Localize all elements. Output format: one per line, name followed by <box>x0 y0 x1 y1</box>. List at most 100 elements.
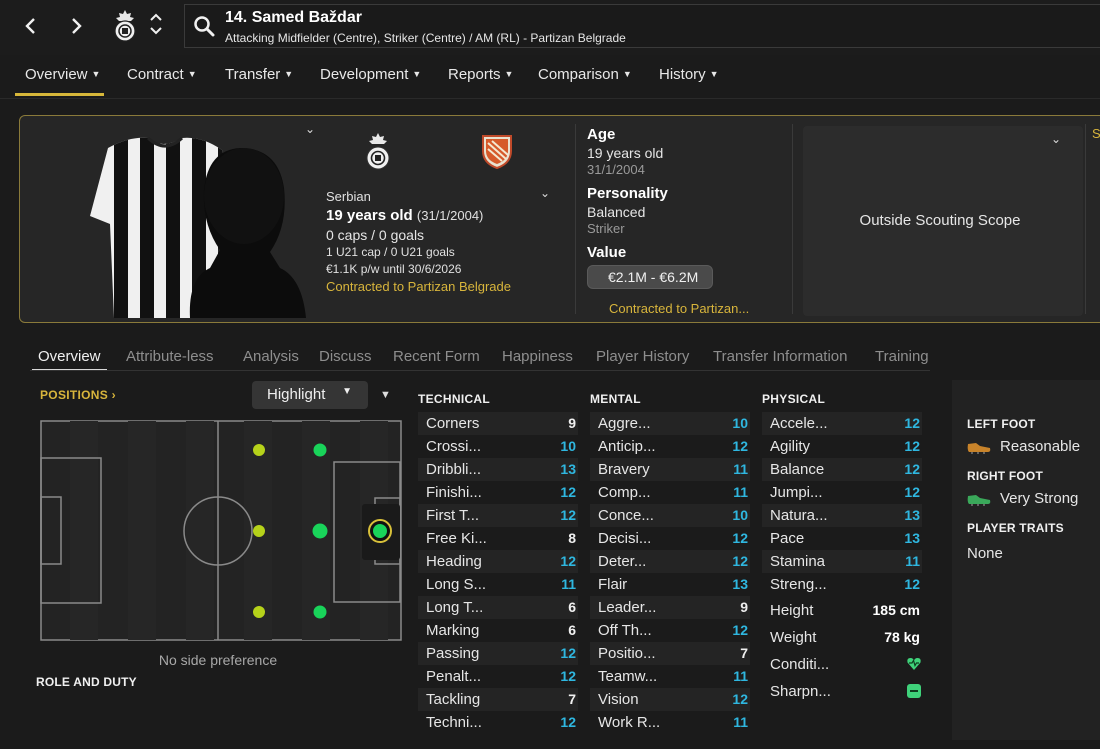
club-crest-icon[interactable] <box>111 9 139 43</box>
tab-history[interactable]: History ▼ <box>659 66 719 92</box>
attribute-row-technical[interactable]: Long S... 11 <box>418 573 578 596</box>
attribute-row-technical[interactable]: Techni... 12 <box>418 711 578 734</box>
attribute-value: 7 <box>568 691 576 707</box>
attribute-row-technical[interactable]: Tackling 7 <box>418 688 578 711</box>
sharpness-icon <box>907 684 921 698</box>
position-dot-aml[interactable] <box>253 444 265 456</box>
attribute-row-mental[interactable]: Positio... 7 <box>590 642 750 665</box>
attribute-row-technical[interactable]: Corners 9 <box>418 412 578 435</box>
attribute-row-mental[interactable]: Vision 12 <box>590 688 750 711</box>
position-dot-amr-st[interactable] <box>313 605 327 619</box>
subtab-discuss[interactable]: Discuss <box>319 348 372 365</box>
tab-label: Overview <box>25 66 88 83</box>
attribute-row-technical[interactable]: First T... 12 <box>418 504 578 527</box>
attribute-name: Techni... <box>426 714 482 731</box>
player-search-box[interactable]: 14. Samed Baždar Attacking Midfielder (C… <box>184 4 1100 48</box>
subtab-player-history[interactable]: Player History <box>596 348 689 365</box>
back-button[interactable] <box>19 12 43 40</box>
attribute-value: 12 <box>560 668 576 684</box>
chevron-right-icon: › <box>108 388 116 402</box>
subtab-training[interactable]: Training <box>875 348 929 365</box>
highlight-dropdown[interactable]: Highlight ▼ <box>252 381 368 409</box>
attribute-row-technical[interactable]: Passing 12 <box>418 642 578 665</box>
attribute-row-physical[interactable]: Streng... 12 <box>762 573 922 596</box>
attribute-name: Passing <box>426 645 480 662</box>
attribute-row-physical[interactable]: Accele... 12 <box>762 412 922 435</box>
value-range-badge[interactable]: €2.1M - €6.2M <box>587 265 714 289</box>
attribute-row-weight[interactable]: Weight 78 kg <box>762 626 922 649</box>
attribute-row-mental[interactable]: Conce... 10 <box>590 504 750 527</box>
attribute-row-physical[interactable]: Pace 13 <box>762 527 922 550</box>
attribute-name: Positio... <box>598 645 656 662</box>
subtab-attribute-less[interactable]: Attribute-less <box>126 348 214 365</box>
subtab-happiness[interactable]: Happiness <box>502 348 573 365</box>
positions-link[interactable]: POSITIONS › <box>40 388 116 402</box>
date-of-birth: 31/1/2004 <box>587 162 645 177</box>
forward-button[interactable] <box>64 12 88 40</box>
attribute-value: 6 <box>568 622 576 638</box>
date-of-birth: (31/1/2004) <box>416 208 484 223</box>
attribute-row-technical[interactable]: Crossi... 10 <box>418 435 578 458</box>
chevron-down-icon: ▼ <box>187 69 197 79</box>
attribute-row-technical[interactable]: Dribbli... 13 <box>418 458 578 481</box>
position-dot-amc[interactable] <box>253 525 265 537</box>
divider <box>1085 124 1086 314</box>
right-foot-heading: RIGHT FOOT <box>967 469 1043 483</box>
attribute-row-mental[interactable]: Flair 13 <box>590 573 750 596</box>
tab-comparison[interactable]: Comparison ▼ <box>538 66 632 92</box>
attribute-row-physical[interactable]: Natura... 13 <box>762 504 922 527</box>
subtab-analysis[interactable]: Analysis <box>243 348 299 365</box>
sharpness-label: Sharpn... <box>770 683 831 700</box>
attribute-name: Deter... <box>598 553 647 570</box>
attribute-name: Crossi... <box>426 438 482 455</box>
contract-status-link[interactable]: Contracted to Partizan... <box>609 301 749 316</box>
subtab-transfer-information[interactable]: Transfer Information <box>713 348 848 365</box>
tab-contract[interactable]: Contract ▼ <box>127 66 197 92</box>
position-dot-amr[interactable] <box>253 606 265 618</box>
chevron-down-icon[interactable]: ⌄ <box>305 122 315 136</box>
player-profile-card: ⌄ ⌄ Serbian 19 years old (31/1/2004) 0 c… <box>19 115 1100 323</box>
player-positions-club: Attacking Midfielder (Centre), Striker (… <box>225 31 626 45</box>
attribute-row-physical[interactable]: Balance 12 <box>762 458 922 481</box>
attribute-row-sharpness[interactable]: Sharpn... <box>762 680 922 703</box>
position-dot-aml-st[interactable] <box>313 443 327 457</box>
attribute-row-technical[interactable]: Heading 12 <box>418 550 578 573</box>
attribute-row-mental[interactable]: Aggre... 10 <box>590 412 750 435</box>
tab-overview[interactable]: Overview ▼ <box>14 66 105 96</box>
age-line: 19 years old (31/1/2004) <box>326 207 566 224</box>
subtab-recent-form[interactable]: Recent Form <box>393 348 480 365</box>
attribute-row-physical[interactable]: Stamina 11 <box>762 550 922 573</box>
attribute-row-mental[interactable]: Bravery 11 <box>590 458 750 481</box>
attribute-name: Teamw... <box>598 668 658 685</box>
attribute-row-mental[interactable]: Comp... 11 <box>590 481 750 504</box>
attribute-row-mental[interactable]: Work R... 11 <box>590 711 750 734</box>
tab-development[interactable]: Development ▼ <box>320 66 421 92</box>
chevron-down-icon[interactable]: ▼ <box>380 389 391 401</box>
attribute-name: Work R... <box>598 714 661 731</box>
attribute-row-physical[interactable]: Agility 12 <box>762 435 922 458</box>
attribute-row-technical[interactable]: Free Ki... 8 <box>418 527 578 550</box>
attribute-row-mental[interactable]: Leader... 9 <box>590 596 750 619</box>
attribute-row-technical[interactable]: Marking 6 <box>418 619 578 642</box>
player-switcher[interactable] <box>149 12 163 40</box>
tab-transfer[interactable]: Transfer ▼ <box>225 66 293 92</box>
attribute-row-mental[interactable]: Teamw... 11 <box>590 665 750 688</box>
attribute-row-mental[interactable]: Off Th... 12 <box>590 619 750 642</box>
attribute-name: Streng... <box>770 576 827 593</box>
attribute-row-technical[interactable]: Finishi... 12 <box>418 481 578 504</box>
attribute-row-mental[interactable]: Decisi... 12 <box>590 527 750 550</box>
contracted-club-link[interactable]: Contracted to Partizan Belgrade <box>326 278 566 295</box>
attribute-name: Accele... <box>770 415 828 432</box>
attribute-row-condition[interactable]: Conditi... <box>762 653 922 676</box>
attribute-name: Penalt... <box>426 668 482 685</box>
attribute-row-height[interactable]: Height 185 cm <box>762 599 922 622</box>
subtab-overview[interactable]: Overview <box>32 348 106 371</box>
attribute-row-mental[interactable]: Deter... 12 <box>590 550 750 573</box>
attribute-row-technical[interactable]: Penalt... 12 <box>418 665 578 688</box>
attribute-row-technical[interactable]: Long T... 6 <box>418 596 578 619</box>
chevron-down-icon[interactable]: ⌄ <box>1051 132 1061 146</box>
attribute-row-physical[interactable]: Jumpi... 12 <box>762 481 922 504</box>
attribute-row-mental[interactable]: Anticip... 12 <box>590 435 750 458</box>
tab-reports[interactable]: Reports ▼ <box>448 66 513 92</box>
position-dot-amc-natural[interactable] <box>312 523 328 539</box>
